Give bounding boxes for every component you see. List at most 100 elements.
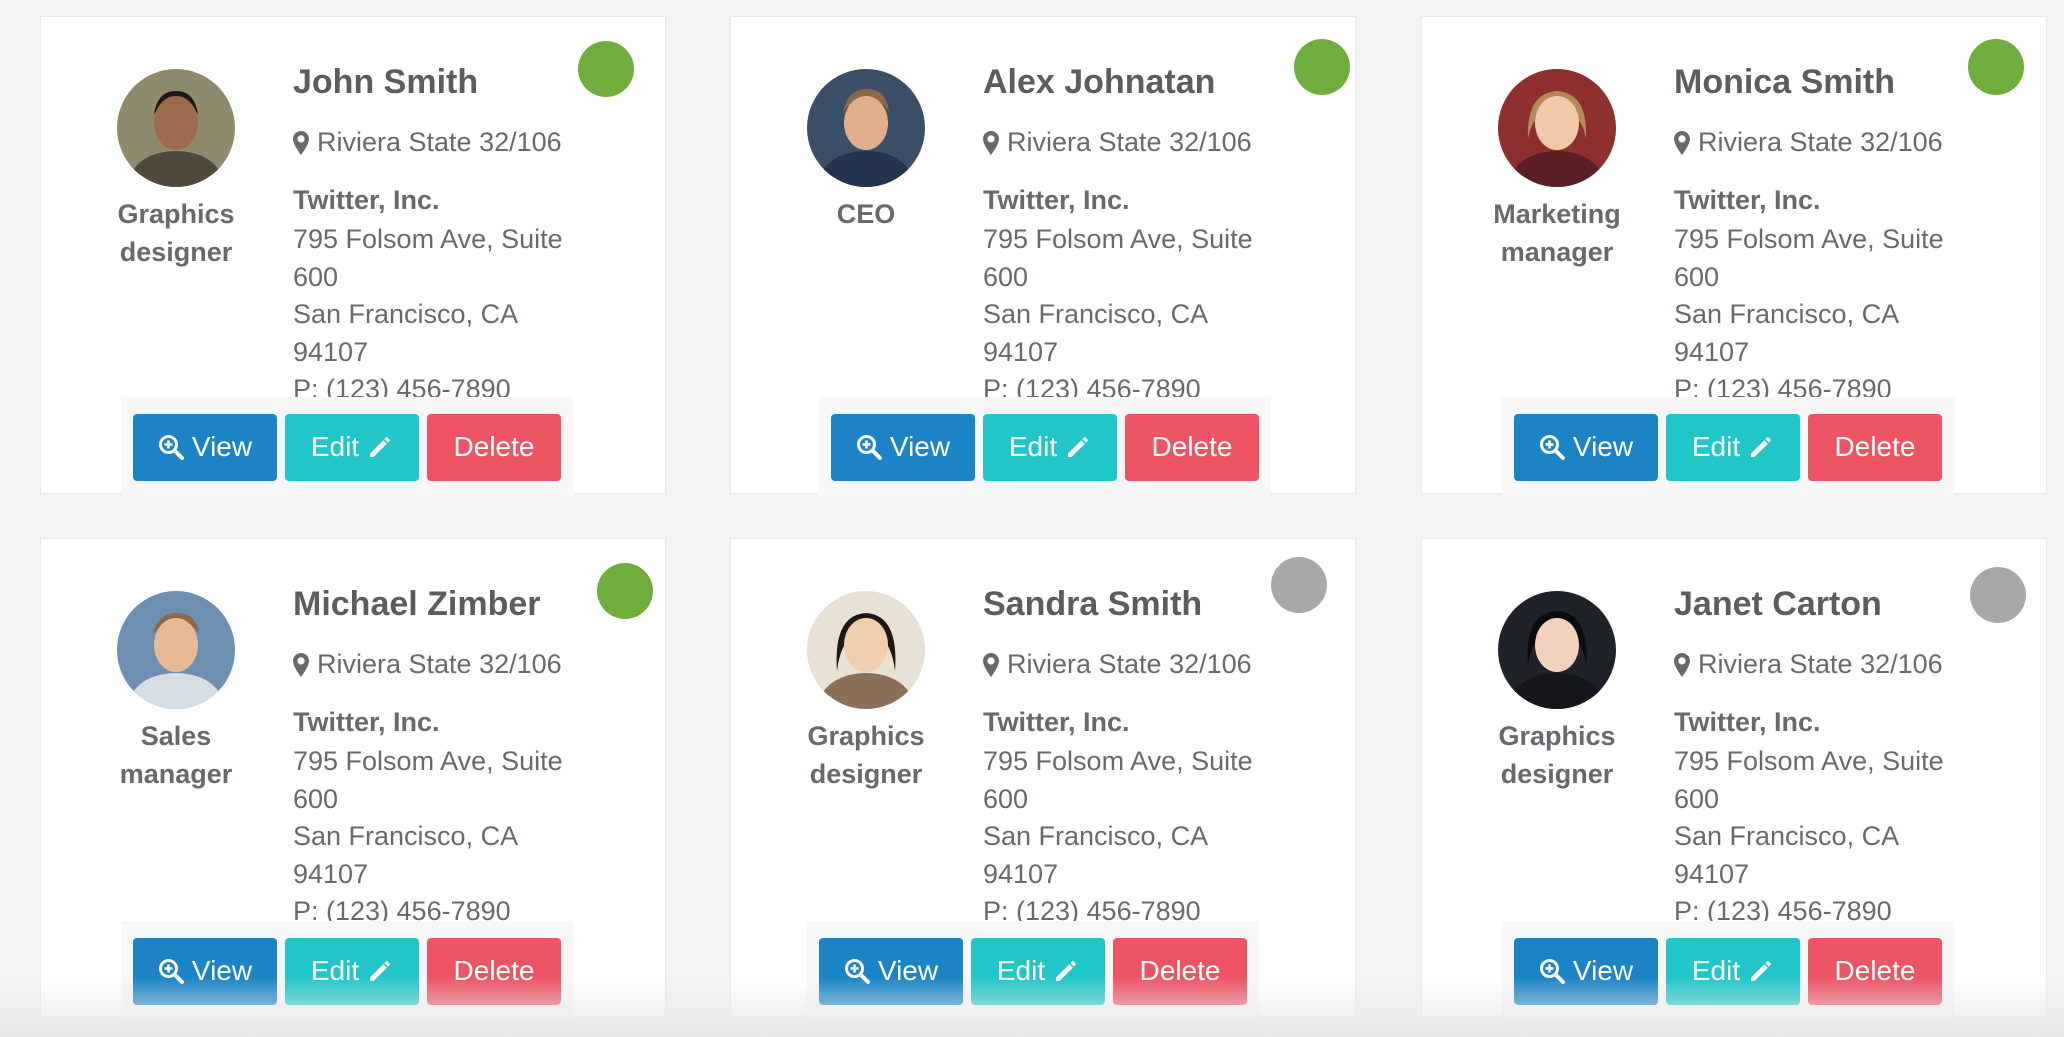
pencil-icon [1751, 961, 1772, 981]
role-line: designer [1500, 759, 1614, 789]
contact-card: Graphics designer John Smith Riviera Sta… [40, 16, 666, 497]
role-line: designer [119, 237, 233, 267]
pencil-icon [370, 437, 391, 457]
pencil-icon [1068, 437, 1089, 457]
address-line: 94107 [1674, 336, 1750, 367]
edit-button[interactable]: Edit [1666, 937, 1800, 1005]
status-indicator [1271, 557, 1327, 613]
magnifier-plus-icon [856, 435, 882, 460]
woman-avatar-icon [807, 591, 925, 709]
edit-button[interactable]: Edit [285, 937, 419, 1005]
card-actions: View Edit Delete [819, 397, 1271, 497]
address-line: 600 [1674, 783, 1720, 814]
contact-name[interactable]: Monica Smith [1674, 63, 1895, 102]
map-marker-icon [293, 652, 309, 677]
status-indicator [578, 41, 634, 97]
company-name: Twitter, Inc. [983, 185, 1130, 215]
delete-button[interactable]: Delete [427, 937, 561, 1005]
location-text: Riviera State 32/106 [317, 127, 562, 157]
magnifier-plus-icon [158, 435, 184, 460]
address-line: 94107 [293, 336, 369, 367]
avatar [807, 591, 925, 709]
role-line: manager [119, 759, 233, 789]
company-name: Twitter, Inc. [1674, 707, 1821, 737]
avatar [117, 69, 235, 187]
edit-button[interactable]: Edit [1666, 413, 1800, 481]
view-button[interactable]: View [133, 937, 277, 1005]
view-button-label: View [1572, 955, 1634, 986]
delete-button[interactable]: Delete [1113, 937, 1247, 1005]
company-name: Twitter, Inc. [983, 707, 1130, 737]
address-line: 94107 [983, 336, 1059, 367]
delete-button[interactable]: Delete [427, 413, 561, 481]
man-avatar-icon [117, 69, 235, 187]
delete-button-label: Delete [1151, 431, 1233, 462]
view-button[interactable]: View [133, 413, 277, 481]
contact-name[interactable]: Alex Johnatan [983, 63, 1215, 102]
company-name: Twitter, Inc. [293, 707, 440, 737]
contact-card: Graphics designer Sandra Smith Riviera S… [730, 538, 1356, 1021]
pencil-icon [1056, 961, 1077, 981]
card-actions: View Edit Delete [121, 921, 573, 1021]
edit-button[interactable]: Edit [971, 937, 1105, 1005]
company-name: Twitter, Inc. [293, 185, 440, 215]
address-line: 795 Folsom Ave, Suite [983, 224, 1253, 254]
address-line: San Francisco, CA [983, 299, 1209, 329]
man-avatar-icon [117, 591, 235, 709]
contact-address: 795 Folsom Ave, Suite 600 San Francisco,… [983, 221, 1283, 409]
contact-card: Sales manager Michael Zimber Riviera Sta… [40, 538, 666, 1021]
address-line: San Francisco, CA [293, 821, 519, 851]
contact-location: Riviera State 32/106 [293, 649, 562, 680]
card-actions: View Edit Delete [121, 397, 573, 497]
view-button[interactable]: View [831, 413, 975, 481]
magnifier-plus-icon [1539, 435, 1565, 460]
status-indicator [1970, 567, 2026, 623]
contact-role: CEO [771, 195, 961, 233]
delete-button-label: Delete [453, 431, 535, 462]
edit-button[interactable]: Edit [285, 413, 419, 481]
contact-location: Riviera State 32/106 [1674, 127, 1943, 158]
contact-name[interactable]: Michael Zimber [293, 585, 541, 624]
contact-name[interactable]: John Smith [293, 63, 478, 102]
address-line: 94107 [983, 858, 1059, 889]
card-actions: View Edit Delete [807, 921, 1259, 1021]
contact-role: Sales manager [81, 717, 271, 793]
delete-button[interactable]: Delete [1808, 413, 1942, 481]
man-avatar-icon [807, 69, 925, 187]
address-line: 795 Folsom Ave, Suite [1674, 746, 1944, 776]
address-line: San Francisco, CA [983, 821, 1209, 851]
address-line: San Francisco, CA [1674, 821, 1900, 851]
contact-card: Marketing manager Monica Smith Riviera S… [1421, 16, 2047, 497]
delete-button[interactable]: Delete [1125, 413, 1259, 481]
role-line: Marketing [1493, 199, 1621, 229]
contact-name[interactable]: Janet Carton [1674, 585, 1882, 624]
address-line: 600 [293, 261, 339, 292]
view-button[interactable]: View [1514, 937, 1658, 1005]
edit-button-label: Edit [310, 955, 360, 986]
address-line: 94107 [1674, 858, 1750, 889]
contacts-grid: Graphics designer John Smith Riviera Sta… [0, 0, 2064, 1037]
location-text: Riviera State 32/106 [1007, 127, 1252, 157]
address-line: 94107 [293, 858, 369, 889]
contact-location: Riviera State 32/106 [1674, 649, 1943, 680]
pencil-icon [370, 961, 391, 981]
delete-button-label: Delete [453, 955, 535, 986]
avatar [117, 591, 235, 709]
address-line: 795 Folsom Ave, Suite [293, 746, 563, 776]
edit-button-label: Edit [310, 431, 360, 462]
contact-card: Graphics designer Janet Carton Riviera S… [1421, 538, 2047, 1021]
location-text: Riviera State 32/106 [1698, 127, 1943, 157]
woman-avatar-icon [1498, 69, 1616, 187]
contact-location: Riviera State 32/106 [293, 127, 562, 158]
contact-name[interactable]: Sandra Smith [983, 585, 1202, 624]
contact-address: 795 Folsom Ave, Suite 600 San Francisco,… [293, 743, 593, 931]
delete-button-label: Delete [1834, 431, 1916, 462]
contact-address: 795 Folsom Ave, Suite 600 San Francisco,… [293, 221, 593, 409]
view-button-label: View [1572, 431, 1634, 462]
edit-button[interactable]: Edit [983, 413, 1117, 481]
contact-role: Graphics designer [771, 717, 961, 793]
delete-button[interactable]: Delete [1808, 937, 1942, 1005]
view-button[interactable]: View [1514, 413, 1658, 481]
location-text: Riviera State 32/106 [317, 649, 562, 679]
view-button[interactable]: View [819, 937, 963, 1005]
